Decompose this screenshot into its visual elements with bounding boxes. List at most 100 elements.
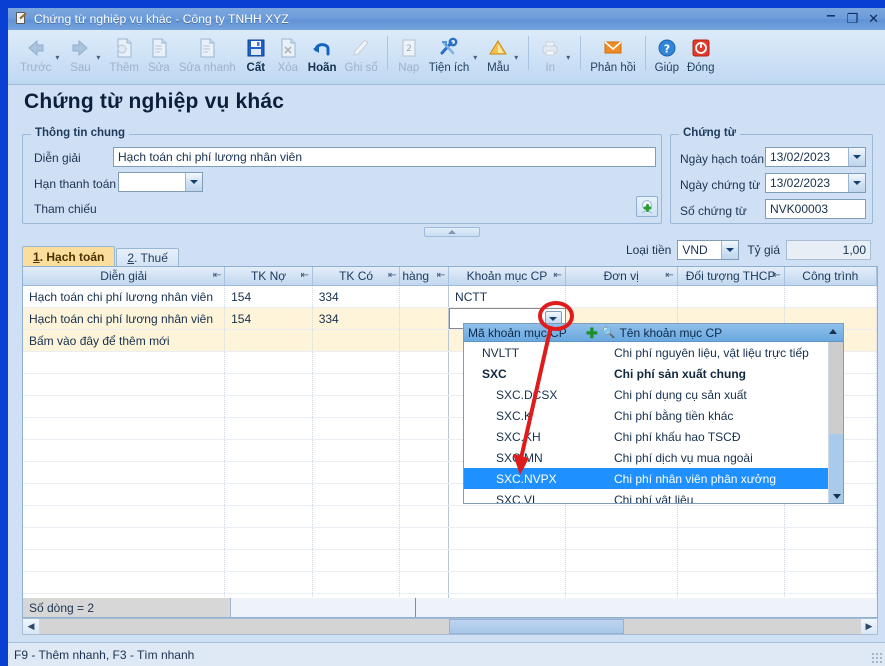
toolbar-button-nap[interactable]: 2 Nạp	[393, 33, 425, 83]
minimize-button[interactable]: −	[826, 10, 837, 23]
dien-giai-input[interactable]	[113, 147, 656, 167]
toolbar-button-xoa[interactable]: Xóa	[272, 33, 304, 83]
list-item[interactable]: SXC Chi phí sản xuất chung	[464, 363, 843, 384]
pin-icon[interactable]: ⇤	[772, 270, 780, 281]
grid-col-tk-no[interactable]: TK Nợ ⇤	[225, 267, 313, 285]
toolbar-button-hoan[interactable]: Hoãn	[304, 33, 341, 83]
pin-icon[interactable]: ⇤	[213, 270, 221, 281]
close-button[interactable]: ✕	[868, 13, 879, 26]
pin-icon[interactable]: ⇤	[388, 270, 396, 281]
toolbar-button-ghi-so[interactable]: Ghi sổ	[341, 33, 382, 83]
han-thanh-toan-combo[interactable]	[118, 172, 203, 192]
grid-horizontal-scrollbar[interactable]: ◀ ▶	[22, 618, 878, 635]
add-reference-button[interactable]	[636, 196, 658, 217]
cell-tk-no[interactable]: 154	[225, 286, 313, 307]
mau-caret-icon[interactable]: ▾	[514, 54, 523, 62]
toolbar-button-giup[interactable]: ? Giúp	[651, 33, 683, 83]
table-row-empty[interactable]	[23, 572, 877, 594]
khoan-muc-cp-dropdown-popup[interactable]: Mã khoản mục CP ✚ 🔍 Tên khoản mục CP NVL…	[463, 323, 844, 504]
toolbar-button-sua[interactable]: Sửa	[143, 33, 175, 83]
table-row[interactable]: Hạch toán chi phí lương nhân viên 154 33…	[23, 286, 877, 308]
dropdown-scroll-track-upper[interactable]	[829, 342, 843, 434]
so-chung-tu-input[interactable]	[765, 199, 866, 219]
pin-icon[interactable]: ⇤	[437, 270, 445, 281]
list-item[interactable]: SXC.MN Chi phí dịch vụ mua ngoài	[464, 447, 843, 468]
tab-thue[interactable]: 2. Thuế	[116, 248, 179, 267]
cell-add-new-hint[interactable]: Bấm vào đây để thêm mới	[23, 330, 226, 351]
list-item[interactable]: SXC.VL Chi phí vật liệu	[464, 489, 843, 504]
list-item-selected[interactable]: SXC.NVPX Chi phí nhân viên phân xưởng	[464, 468, 843, 489]
cell-tk-no[interactable]	[225, 330, 313, 351]
cell-hang[interactable]	[400, 308, 450, 329]
toolbar-button-dong[interactable]: Đóng	[683, 33, 719, 83]
toolbar-button-in[interactable]: In	[534, 33, 566, 83]
cell-hang[interactable]	[400, 330, 450, 351]
dropdown-scroll-thumb[interactable]	[829, 434, 843, 489]
ngay-chung-tu-dropdown-icon[interactable]	[848, 174, 865, 192]
cell-tk-co[interactable]	[313, 330, 401, 351]
tien-ich-caret-icon[interactable]: ▾	[473, 54, 482, 62]
sau-caret-icon[interactable]: ▾	[96, 54, 105, 62]
cell-doi-tuong-thcp[interactable]	[678, 286, 785, 307]
grid-col-doi-tuong-thcp[interactable]: Đối tượng THCP ⇤	[678, 267, 785, 285]
cell-tk-co[interactable]: 334	[313, 286, 401, 307]
scroll-right-icon[interactable]: ▶	[861, 619, 877, 634]
cell-dien-giai[interactable]: Hạch toán chi phí lương nhân viên	[23, 286, 226, 307]
ngay-chung-tu-combo[interactable]: 13/02/2023	[765, 173, 866, 193]
list-item[interactable]: SXC.DCSX Chi phí dụng cụ sản xuất	[464, 384, 843, 405]
ngay-hach-toan-dropdown-icon[interactable]	[848, 148, 865, 166]
grid-col-cong-trinh[interactable]: Công trình	[785, 267, 877, 285]
truoc-caret-icon[interactable]: ▾	[55, 54, 64, 62]
cell-cong-trinh[interactable]	[785, 286, 877, 307]
grid-col-hang[interactable]: hàng ⇤	[400, 267, 450, 285]
grid-col-tk-co[interactable]: TK Có ⇤	[313, 267, 401, 285]
scroll-down-icon[interactable]	[829, 489, 843, 503]
chevron-up-icon[interactable]	[829, 329, 837, 334]
hscroll-track[interactable]	[39, 619, 861, 634]
toolbar-button-them[interactable]: Thêm	[105, 33, 142, 83]
toolbar-button-sau[interactable]: Sau	[64, 33, 96, 83]
plus-add-icon[interactable]: ✚	[586, 326, 598, 340]
toolbar-button-cat[interactable]: Cất	[240, 33, 272, 83]
pin-icon[interactable]: ⇤	[300, 270, 308, 281]
dropdown-col-code[interactable]: Mã khoản mục CP	[464, 326, 582, 340]
ty-gia-value[interactable]: 1,00	[786, 240, 871, 260]
cell-tk-co[interactable]: 334	[313, 308, 401, 329]
loai-tien-combo[interactable]: VND	[677, 240, 740, 260]
table-row-empty[interactable]	[23, 528, 877, 550]
pin-icon[interactable]: ⇤	[553, 270, 561, 281]
toolbar-button-phan-hoi[interactable]: Phản hồi	[586, 33, 639, 83]
maximize-button[interactable]: ❐	[846, 13, 858, 26]
resize-grip-icon[interactable]	[871, 652, 883, 664]
collapse-panel-button[interactable]	[424, 227, 480, 237]
scroll-left-icon[interactable]: ◀	[23, 619, 39, 634]
toolbar-button-sua-nhanh[interactable]: Sửa nhanh	[175, 33, 240, 83]
toolbar-button-truoc[interactable]: Trước	[16, 33, 55, 83]
list-item[interactable]: NVLTT Chi phí nguyên liệu, vật liệu trực …	[464, 342, 843, 363]
loai-tien-dropdown-icon[interactable]	[721, 241, 739, 259]
list-item[interactable]: SXC.K Chi phí bằng tiền khác	[464, 405, 843, 426]
dropdown-col-name[interactable]: Tên khoản mục CP	[619, 326, 722, 340]
ngay-hach-toan-combo[interactable]: 13/02/2023	[765, 147, 866, 167]
dropdown-vertical-scrollbar[interactable]	[828, 342, 843, 503]
han-thanh-toan-dropdown-icon[interactable]	[185, 173, 202, 191]
toolbar-button-mau[interactable]: Mẫu	[482, 33, 514, 83]
list-item[interactable]: SXC.KH Chi phí khấu hao TSCĐ	[464, 426, 843, 447]
binoculars-search-icon[interactable]: 🔍	[602, 326, 616, 339]
pin-icon[interactable]: ⇤	[665, 270, 673, 281]
hscroll-thumb[interactable]	[449, 619, 624, 634]
main-toolbar: Trước ▾ Sau ▾ Thêm Sửa Sửa nhanh Cất Xóa…	[8, 30, 885, 85]
cell-dien-giai[interactable]: Hạch toán chi phí lương nhân viên	[23, 308, 226, 329]
grid-col-khoan-muc-cp[interactable]: Khoản mục CP ⇤	[449, 267, 566, 285]
grid-col-dien-giai[interactable]: Diễn giải ⇤	[23, 267, 226, 285]
cell-hang[interactable]	[400, 286, 450, 307]
grid-col-don-vi[interactable]: Đơn vị ⇤	[566, 267, 678, 285]
table-row-empty[interactable]	[23, 506, 877, 528]
tab-hach-toan[interactable]: 1. Hạch toán	[22, 246, 116, 267]
table-row-empty[interactable]	[23, 550, 877, 572]
toolbar-button-tien-ich[interactable]: Tiện ích	[425, 33, 473, 83]
in-caret-icon[interactable]: ▾	[566, 54, 575, 62]
cell-tk-no[interactable]: 154	[225, 308, 313, 329]
cell-khoan-muc-cp[interactable]: NCTT	[449, 286, 566, 307]
cell-don-vi[interactable]	[566, 286, 678, 307]
